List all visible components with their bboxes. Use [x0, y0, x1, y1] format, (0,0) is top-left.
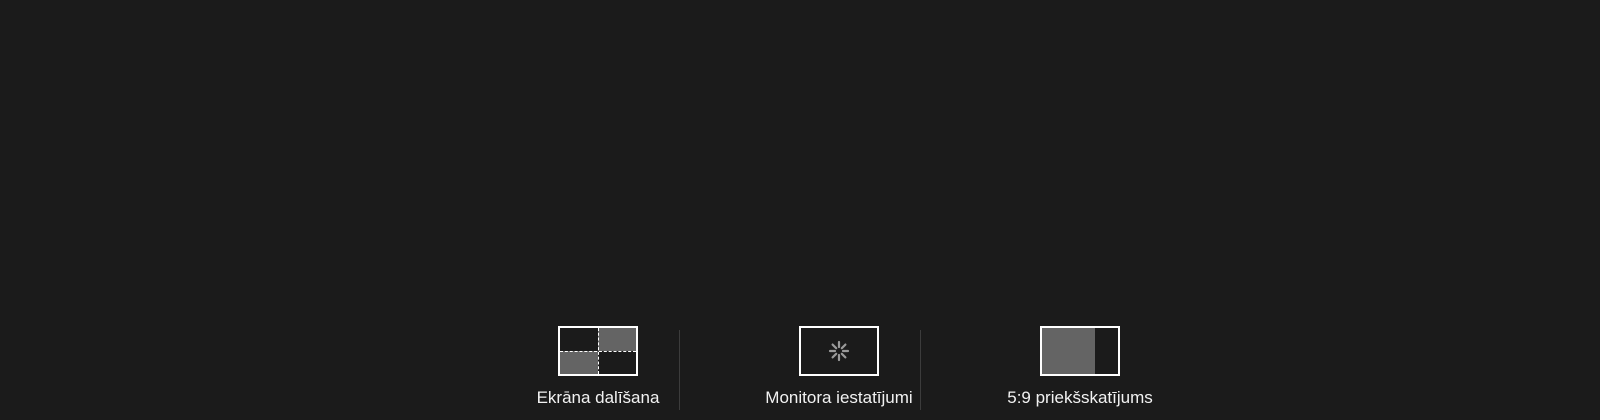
split-quadrant-bottom-left — [560, 351, 598, 374]
preview-5-9-icon — [1040, 326, 1120, 376]
display-options-screen: Ekrāna dalīšana Monitora iestatījumi 5:9… — [0, 0, 1600, 420]
split-screen-label: Ekrāna dalīšana — [536, 388, 660, 407]
monitor-settings-option[interactable]: Monitora iestatījumi — [719, 326, 959, 420]
split-screen-icon — [558, 326, 638, 376]
split-screen-option[interactable]: Ekrāna dalīšana — [478, 326, 718, 420]
option-divider — [920, 330, 921, 410]
option-divider — [679, 330, 680, 410]
preview-fill-region — [1042, 328, 1095, 374]
split-divider-horizontal — [560, 351, 636, 352]
preview-5-9-option[interactable]: 5:9 priekšskatījums — [960, 326, 1200, 420]
display-options-toolbar: Ekrāna dalīšana Monitora iestatījumi 5:9… — [0, 326, 1600, 420]
preview-5-9-label: 5:9 priekšskatījums — [1007, 388, 1153, 407]
split-quadrant-top-right — [598, 328, 636, 351]
spinner-icon — [828, 340, 850, 362]
monitor-settings-icon — [799, 326, 879, 376]
monitor-settings-label: Monitora iestatījumi — [765, 388, 913, 407]
